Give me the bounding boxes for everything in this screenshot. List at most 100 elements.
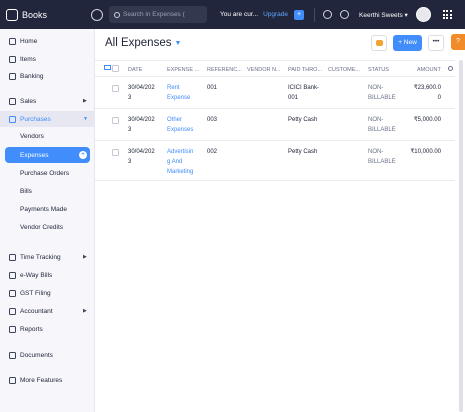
home-icon xyxy=(9,37,16,45)
sidebar-item-expenses[interactable]: Expenses + xyxy=(5,147,90,163)
sidebar-item-vendors[interactable]: Vendors xyxy=(0,128,95,144)
cell-expense-account[interactable]: Advertisin g And Marketing xyxy=(167,147,193,177)
document-icon xyxy=(9,289,16,297)
cell-text: BILLABLE xyxy=(368,127,396,133)
top-bar: Books Search in Expenses ( You are cur..… xyxy=(0,0,465,29)
app-grid-icon[interactable] xyxy=(442,10,452,19)
sidebar-item-more-features[interactable]: More Features xyxy=(0,372,95,388)
add-expense-icon[interactable]: + xyxy=(79,151,87,159)
avatar[interactable] xyxy=(415,7,431,22)
sidebar-item-vendor-credits[interactable]: Vendor Credits xyxy=(0,219,95,235)
sidebar-item-documents[interactable]: Documents xyxy=(0,347,95,363)
sidebar-item-label: Vendors xyxy=(20,132,44,140)
sidebar-item-banking[interactable]: Banking xyxy=(0,68,95,84)
cell-text: g And xyxy=(167,159,183,165)
search-icon[interactable] xyxy=(448,66,453,71)
cell-text: Petty Cash xyxy=(288,149,318,155)
sidebar-item-label: Vendor Credits xyxy=(20,223,63,231)
column-header-date[interactable]: DATE xyxy=(128,67,142,73)
column-header-customer[interactable]: CUSTOME... xyxy=(328,67,360,73)
chevron-right-icon: ▶ xyxy=(83,98,87,104)
column-header-status[interactable]: STATUS xyxy=(368,67,389,73)
column-settings-icon[interactable] xyxy=(104,65,111,70)
chevron-down-icon: ▼ xyxy=(174,39,182,47)
cell-text: ₹10,000.00 xyxy=(410,149,441,155)
column-header-amount[interactable]: AMOUNT xyxy=(417,67,441,73)
sidebar-item-label: e-Way Bills xyxy=(20,271,53,279)
cell-expense-account[interactable]: Other Expenses xyxy=(167,115,193,135)
bag-icon xyxy=(9,115,16,123)
new-expense-button[interactable]: + New xyxy=(393,35,422,51)
scrollbar[interactable] xyxy=(459,60,463,412)
sidebar-item-accountant[interactable]: Accountant ▶ xyxy=(0,303,95,319)
cell-text: Advertisin xyxy=(167,149,194,155)
sidebar-item-label: Banking xyxy=(20,72,44,80)
table-row[interactable]: 30/04/202 3 Advertisin g And Marketing 002 … xyxy=(95,141,455,181)
cell-text: Rent xyxy=(167,85,180,91)
cell-paid-through: Petty Cash xyxy=(288,115,317,125)
sidebar-item-label: Home xyxy=(20,37,38,45)
row-checkbox[interactable] xyxy=(112,149,119,156)
cell-reference: 002 xyxy=(207,149,218,155)
cell-date: 30/04/202 3 xyxy=(128,147,155,167)
select-all-checkbox[interactable] xyxy=(112,65,119,72)
clock-icon xyxy=(9,253,16,261)
search-placeholder: Search in Expenses ( xyxy=(123,11,185,18)
sidebar-item-gst-filing[interactable]: GST Filing xyxy=(0,285,95,301)
row-checkbox[interactable] xyxy=(112,85,119,92)
cell-text: 3 xyxy=(128,159,132,165)
cart-icon xyxy=(9,97,16,105)
cell-text: NON- xyxy=(368,149,384,155)
sidebar-item-reports[interactable]: Reports xyxy=(0,321,95,337)
sidebar-item-label: Items xyxy=(20,55,36,63)
chevron-down-icon: ▼ xyxy=(83,116,88,122)
bell-icon[interactable] xyxy=(323,10,333,19)
row-checkbox[interactable] xyxy=(112,117,119,124)
sidebar-item-purchases[interactable]: Purchases ▼ xyxy=(0,111,95,127)
help-button[interactable]: ? xyxy=(451,34,465,50)
cell-text: 3 xyxy=(128,127,132,133)
search-input[interactable]: Search in Expenses ( xyxy=(109,6,207,23)
gear-icon[interactable] xyxy=(340,10,350,19)
sidebar-item-label: Expenses xyxy=(20,151,49,159)
table-row[interactable]: 30/04/202 3 Rent Expense 001 ICICI Bank- 00… xyxy=(95,77,455,109)
sidebar-item-sales[interactable]: Sales ▶ xyxy=(0,93,95,109)
sidebar: Home Items Banking Sales ▶ Purchases ▼ Ven… xyxy=(0,29,95,412)
sidebar-item-payments-made[interactable]: Payments Made xyxy=(0,201,95,217)
column-header-vendor[interactable]: VENDOR N... xyxy=(247,67,281,73)
chart-icon xyxy=(9,325,16,333)
sidebar-item-time-tracking[interactable]: Time Tracking ▶ xyxy=(0,249,95,265)
column-header-expense-account[interactable]: EXPENSE ... xyxy=(167,67,199,73)
star-icon xyxy=(9,376,16,384)
app-logo[interactable]: Books xyxy=(0,8,88,21)
organization-switcher[interactable]: Keerthi Sweets ▾ xyxy=(359,11,408,19)
cell-text: BILLABLE xyxy=(368,159,396,165)
cell-text: NON- xyxy=(368,85,384,91)
sidebar-item-label: Accountant xyxy=(20,307,53,315)
cell-status: NON- BILLABLE xyxy=(368,147,396,167)
folder-icon xyxy=(9,351,16,359)
camera-icon xyxy=(376,40,383,46)
cell-expense-account[interactable]: Rent Expense xyxy=(167,83,190,103)
cell-text: Marketing xyxy=(167,169,194,175)
table-row[interactable]: 30/04/202 3 Other Expenses 003 Petty Cash … xyxy=(95,109,455,141)
sidebar-item-label: Purchases xyxy=(20,115,51,123)
upgrade-link[interactable]: Upgrade xyxy=(263,11,288,18)
view-selector[interactable]: All Expenses ▼ xyxy=(105,37,181,49)
sidebar-item-home[interactable]: Home xyxy=(0,33,95,49)
cell-text: 30/04/202 xyxy=(128,149,155,155)
column-header-paid-through[interactable]: PAID THRO... xyxy=(288,67,322,73)
more-options-button[interactable]: ••• xyxy=(428,35,444,51)
cell-text: ₹5,000.00 xyxy=(413,117,441,123)
chevron-right-icon: ▶ xyxy=(83,254,87,260)
sidebar-item-purchase-orders[interactable]: Purchase Orders xyxy=(0,165,95,181)
cell-text: Other xyxy=(167,117,183,123)
column-header-reference[interactable]: REFERENC... xyxy=(207,67,242,73)
scan-receipt-button[interactable] xyxy=(371,35,387,51)
sidebar-item-bills[interactable]: Bills xyxy=(0,183,95,199)
sidebar-item-eway-bills[interactable]: e-Way Bills xyxy=(0,267,95,283)
sidebar-item-items[interactable]: Items xyxy=(0,51,95,67)
chevron-right-icon: ▶ xyxy=(83,308,87,314)
gift-icon[interactable]: + xyxy=(294,9,305,20)
recent-history-icon[interactable] xyxy=(91,8,103,21)
